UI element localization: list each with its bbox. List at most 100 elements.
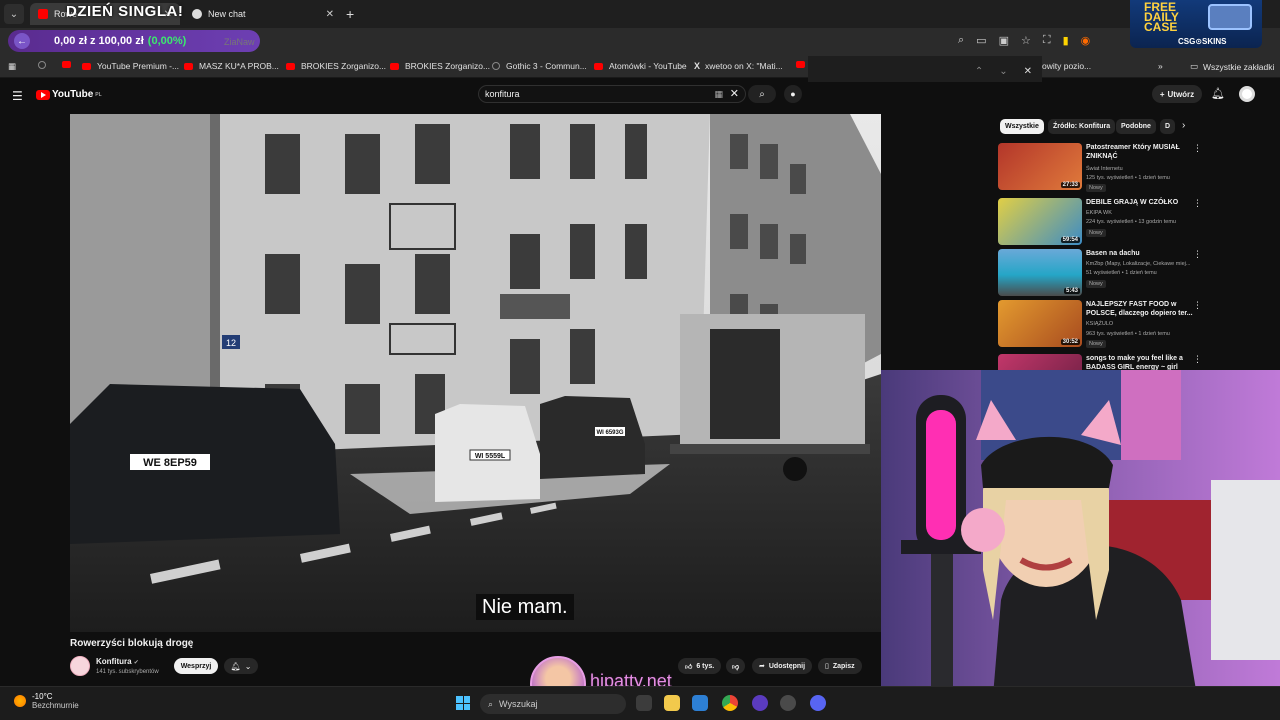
chip-related[interactable]: Podobne — [1116, 119, 1156, 134]
recommendation-item[interactable]: 5:43 Basen na dachu Km2bp (Mapy, Lokaliz… — [998, 249, 1208, 297]
tab-search-button[interactable]: ⌄ — [4, 4, 24, 24]
youtube-icon — [184, 62, 193, 70]
address-bar-url[interactable]: ZiaNaw — [224, 37, 255, 47]
chrome-icon[interactable] — [722, 695, 738, 711]
bell-icon: 🔔︎ — [230, 661, 241, 671]
rec-title[interactable]: Basen na dachu — [1086, 249, 1194, 258]
tab-new-chat[interactable]: New chat ✕ — [184, 3, 342, 25]
back-arrow-icon[interactable]: ← — [14, 33, 30, 49]
notifications-bell-icon[interactable]: 🔔︎ — [1211, 87, 1225, 100]
chips-next-icon[interactable]: › — [1182, 120, 1185, 131]
channel-avatar[interactable] — [70, 656, 90, 676]
video-thumbnail[interactable]: 27:33 — [998, 143, 1082, 190]
chat-favicon-icon — [192, 9, 202, 19]
recommendation-item[interactable]: 59:54 DEBILE GRAJĄ W CZÓŁKO EKIPA WK 224… — [998, 198, 1208, 246]
search-input[interactable]: konfitura ▦ ✕ — [478, 85, 746, 103]
recommendation-item[interactable]: 27:33 Patostreamer Który MUSIAŁ ZNIKNĄĆ … — [998, 143, 1208, 192]
recommendation-item[interactable]: songs to make you feel like a BADASS GIR… — [998, 354, 1208, 370]
menu-icon[interactable]: ☰ — [12, 89, 23, 103]
new-tab-button[interactable]: + — [346, 6, 354, 22]
discord-icon[interactable] — [810, 695, 826, 711]
screenshot-icon[interactable]: ▣ — [999, 34, 1009, 47]
bookmark-item[interactable]: Atomówki - YouTube — [594, 61, 687, 71]
keyboard-icon[interactable]: ▦ — [714, 89, 723, 100]
extension-icon[interactable]: ⛶ — [1043, 34, 1051, 47]
video-thumbnail[interactable]: 5:43 — [998, 249, 1082, 296]
region-label: PL — [95, 91, 102, 98]
dislike-button[interactable]: 👎︎ — [726, 658, 746, 674]
more-options-icon[interactable]: ⋮ — [1193, 198, 1202, 209]
bookmark-item[interactable]: Xxwetoo on X: "Mati... — [694, 61, 783, 71]
rec-title[interactable]: songs to make you feel like a BADASS GIR… — [1086, 354, 1194, 370]
share-button[interactable]: ➦ Udostępnij — [752, 658, 813, 674]
video-thumbnail[interactable]: 30:52 — [998, 300, 1082, 347]
chip-source[interactable]: Źródło: Konfitura — [1048, 119, 1116, 134]
bookmark-icon-only[interactable] — [38, 61, 52, 69]
find-prev-icon[interactable]: ⌃ — [975, 66, 983, 77]
bookmark-item[interactable]: Gothic 3 - Commun... — [492, 61, 587, 71]
subscription-bell-dropdown[interactable]: 🔔︎ ⌄ — [224, 658, 258, 674]
search-icon: ⌕ — [759, 88, 765, 100]
rec-channel[interactable]: Świat Internetu — [1086, 166, 1123, 172]
taskbar-search[interactable]: ⌕ Wyszukaj — [480, 694, 626, 714]
more-options-icon[interactable]: ⋮ — [1193, 143, 1202, 154]
close-tab-icon[interactable]: ✕ — [326, 9, 334, 20]
bookmark-item[interactable]: MASZ KU*A PROB... — [184, 61, 279, 71]
video-thumbnail[interactable] — [998, 354, 1082, 370]
steam-icon[interactable] — [780, 695, 796, 711]
folder-icon: ▭ — [1190, 61, 1199, 71]
more-options-icon[interactable]: ⋮ — [1193, 354, 1202, 365]
youtube-icon — [82, 62, 91, 70]
save-button[interactable]: ▯ Zapisz — [818, 658, 862, 674]
weather-widget[interactable]: -10°C Bezchmurnie — [14, 692, 79, 710]
rec-title[interactable]: Patostreamer Który MUSIAŁ ZNIKNĄĆ — [1086, 143, 1194, 161]
youtube-logo[interactable]: YouTube PL — [36, 89, 102, 100]
more-options-icon[interactable]: ⋮ — [1193, 249, 1202, 260]
all-bookmarks-label: Wszystkie zakładki — [1203, 61, 1275, 72]
video-thumbnail[interactable]: 59:54 — [998, 198, 1082, 245]
video-player[interactable]: WE 8EP59 WI 5559L WI 6593G 12 — [70, 114, 881, 632]
rec-title[interactable]: NAJLEPSZY FAST FOOD w POLSCE, dlaczego d… — [1086, 300, 1194, 318]
bookmark-item[interactable]: BROKIES Zorganizo... — [286, 61, 386, 71]
building-number: 12 — [226, 338, 236, 348]
store-icon[interactable] — [692, 695, 708, 711]
extension-yellow-icon[interactable]: ▮ — [1063, 34, 1069, 47]
clear-search-icon[interactable]: ✕ — [730, 87, 739, 100]
new-badge: Nowy — [1086, 280, 1106, 288]
file-explorer-icon[interactable] — [664, 695, 680, 711]
bookmark-youtube-icon[interactable] — [62, 61, 77, 68]
avatar[interactable] — [1239, 86, 1255, 102]
find-close-icon[interactable]: ✕ — [1024, 66, 1032, 77]
create-button[interactable]: + Utwórz — [1152, 85, 1202, 103]
bookmarks-overflow-icon[interactable]: » — [1158, 61, 1163, 71]
zoom-icon[interactable]: ⌕ — [958, 34, 964, 47]
channel-name[interactable]: Konfitura ✔ — [96, 657, 139, 666]
rec-channel[interactable]: KSIĄŻULO — [1086, 321, 1113, 327]
all-bookmarks[interactable]: ▭ Wszystkie zakładki — [1190, 61, 1274, 72]
recommendation-item[interactable]: 30:52 NAJLEPSZY FAST FOOD w POLSCE, dlac… — [998, 300, 1208, 348]
bookmark-label: xwetoo on X: "Mati... — [705, 61, 783, 71]
chip-all[interactable]: Wszystkie — [1000, 119, 1044, 134]
plate-left: WE 8EP59 — [143, 457, 197, 469]
windows-start-icon[interactable] — [456, 696, 470, 710]
find-next-icon[interactable]: ⌄ — [999, 66, 1007, 77]
like-button[interactable]: 👍︎ 6 tys. — [678, 658, 722, 674]
apps-icon[interactable]: ▦ — [8, 61, 16, 72]
support-button[interactable]: Wesprzyj — [174, 658, 218, 674]
rec-channel[interactable]: EKIPA WK — [1086, 210, 1112, 216]
mic-button[interactable]: ● — [784, 85, 802, 103]
rec-title[interactable]: DEBILE GRAJĄ W CZÓŁKO — [1086, 198, 1194, 207]
task-view-icon[interactable] — [636, 695, 652, 711]
rec-channel[interactable]: Km2bp (Mapy, Lokalizacje, Ciekawe miej..… — [1086, 261, 1198, 267]
extension-orange-icon[interactable]: ◉ — [1081, 34, 1091, 47]
more-options-icon[interactable]: ⋮ — [1193, 300, 1202, 311]
search-button[interactable]: ⌕ — [748, 85, 776, 103]
obs-icon[interactable] — [752, 695, 768, 711]
search-value: konfitura — [485, 89, 520, 99]
bookmark-star-icon[interactable]: ☆ — [1021, 34, 1031, 47]
bookmark-item[interactable]: owity pozio... — [1042, 61, 1091, 71]
bookmark-item[interactable]: BROKIES Zorganizo... — [390, 61, 490, 71]
chip-more[interactable]: D — [1160, 119, 1176, 134]
cast-icon[interactable]: ▭ — [976, 34, 986, 47]
bookmark-item[interactable]: YouTube Premium -... — [82, 61, 179, 71]
